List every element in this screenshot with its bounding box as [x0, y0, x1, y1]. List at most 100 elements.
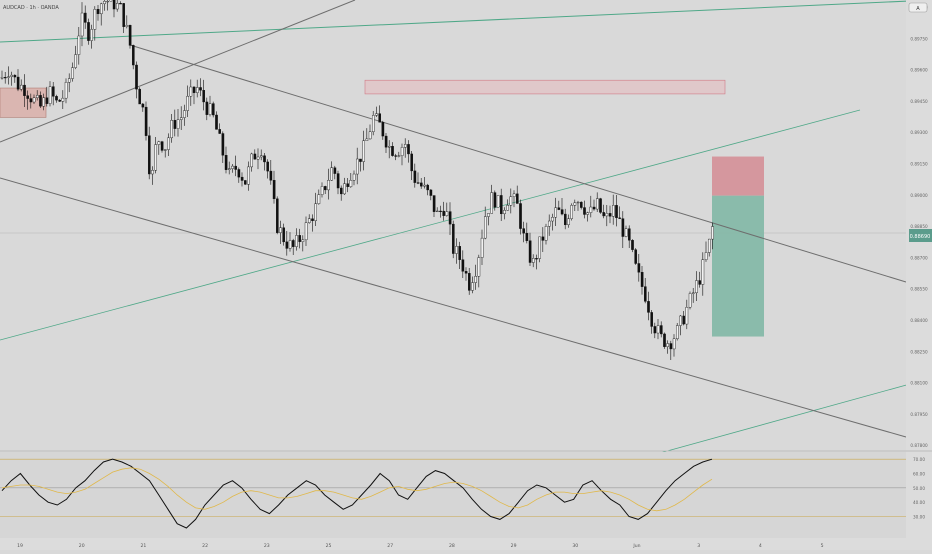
candle-body: [87, 22, 90, 41]
candle-body: [695, 280, 698, 294]
candle-body: [55, 96, 58, 101]
time-tick-label: 19: [17, 543, 23, 549]
candle-body: [48, 86, 52, 104]
candle-body: [448, 211, 452, 225]
candle-body: [436, 210, 439, 213]
candle-body: [208, 103, 212, 115]
rsi-pane[interactable]: 70.00 60.00 50.00 40.00 30.00: [0, 452, 925, 538]
candle-body: [650, 312, 653, 327]
candle-body: [308, 218, 311, 223]
candle-body: [67, 78, 71, 83]
candle-body: [365, 138, 369, 141]
demand-zone[interactable]: [0, 87, 47, 118]
candle-body: [672, 338, 676, 350]
candle-body: [3, 77, 7, 79]
candle-body: [170, 120, 174, 139]
candle-body: [189, 86, 193, 97]
candle-body: [32, 97, 36, 103]
candle-body: [176, 119, 180, 129]
time-tick-label: 3: [697, 543, 700, 549]
candle-body: [154, 144, 158, 171]
candle-body: [605, 213, 609, 217]
time-tick-label: 27: [387, 543, 393, 549]
candle-body: [583, 207, 586, 215]
price-pane[interactable]: [0, 0, 932, 454]
candle-body: [151, 170, 154, 175]
candle-body: [250, 153, 254, 168]
time-tick-label: 22: [202, 543, 208, 549]
candle-body: [506, 205, 510, 211]
candle-body: [93, 9, 97, 30]
candle-body: [103, 1, 106, 5]
candle-body: [442, 210, 446, 216]
supply-zone[interactable]: [364, 79, 726, 95]
candle-body: [480, 237, 484, 258]
target-zone[interactable]: [712, 195, 764, 337]
candle-body: [23, 84, 26, 96]
candle-body: [272, 180, 276, 200]
time-tick-label: 21: [140, 543, 146, 549]
candle-body: [551, 217, 554, 222]
candle-body: [58, 99, 61, 102]
candle-body: [711, 226, 714, 240]
time-tick-label: 28: [449, 543, 455, 549]
candle-body: [656, 325, 660, 334]
candle-body: [663, 333, 666, 347]
candle-body: [375, 113, 378, 116]
candle-body: [61, 97, 65, 102]
candle-body: [535, 258, 538, 260]
candle-body: [400, 147, 404, 156]
candle-body: [682, 315, 685, 325]
candle-body: [602, 212, 605, 217]
candle-body: [352, 173, 356, 181]
candle-body: [458, 246, 462, 260]
candle-body: [660, 325, 663, 335]
candle-body: [349, 180, 353, 187]
current-price-label: 0.88690: [910, 234, 931, 240]
time-tick-label: 25: [326, 543, 332, 549]
chart-canvas[interactable]: 0.899000.897500.896000.894500.893000.891…: [0, 0, 932, 550]
price-tick-label: 0.88700: [910, 255, 928, 260]
candle-body: [301, 239, 305, 242]
candle-body: [407, 144, 410, 155]
candle-body: [644, 286, 647, 302]
candle-body: [384, 135, 388, 148]
time-axis[interactable]: 19 20 21 22 23 25 27 28 29 30 Jun 3 4 5: [0, 538, 906, 550]
candle-body: [26, 95, 30, 99]
price-tick-label: 0.89600: [910, 68, 928, 73]
price-scale-bg: [906, 0, 932, 550]
candle-body: [99, 3, 103, 15]
price-tick-label: 0.89150: [910, 162, 928, 167]
candle-body: [304, 222, 308, 241]
candle-body: [122, 3, 125, 27]
candle-body: [10, 74, 14, 77]
candle-body: [541, 236, 545, 241]
candle-body: [461, 259, 465, 272]
candle-body: [631, 240, 634, 250]
candle-body: [397, 155, 401, 157]
candle-body: [621, 218, 625, 237]
candle-body: [112, 0, 116, 10]
candle-body: [532, 258, 535, 263]
candle-body: [234, 165, 238, 170]
candle-body: [295, 235, 298, 247]
candle-body: [256, 156, 260, 160]
candle-body: [282, 227, 286, 243]
price-scale[interactable]: 0.899000.897500.896000.894500.893000.891…: [906, 0, 932, 550]
candle-body: [71, 67, 74, 79]
candle-body: [20, 84, 23, 90]
candle-body: [519, 203, 522, 229]
candle-body: [173, 120, 177, 129]
candle-body: [131, 45, 135, 66]
candle-body: [653, 326, 657, 334]
candle-body: [669, 343, 673, 350]
candle-body: [186, 95, 190, 111]
chart-svg[interactable]: 0.899000.897500.896000.894500.893000.891…: [0, 0, 932, 550]
price-tick-label: 0.88850: [910, 224, 928, 229]
stop-zone[interactable]: [712, 156, 764, 196]
candle-body: [567, 218, 570, 226]
candle-body: [701, 259, 705, 285]
rsi-tick-label: 40.00: [913, 500, 925, 505]
candle-body: [90, 29, 93, 41]
time-tick-label: 4: [759, 543, 762, 549]
